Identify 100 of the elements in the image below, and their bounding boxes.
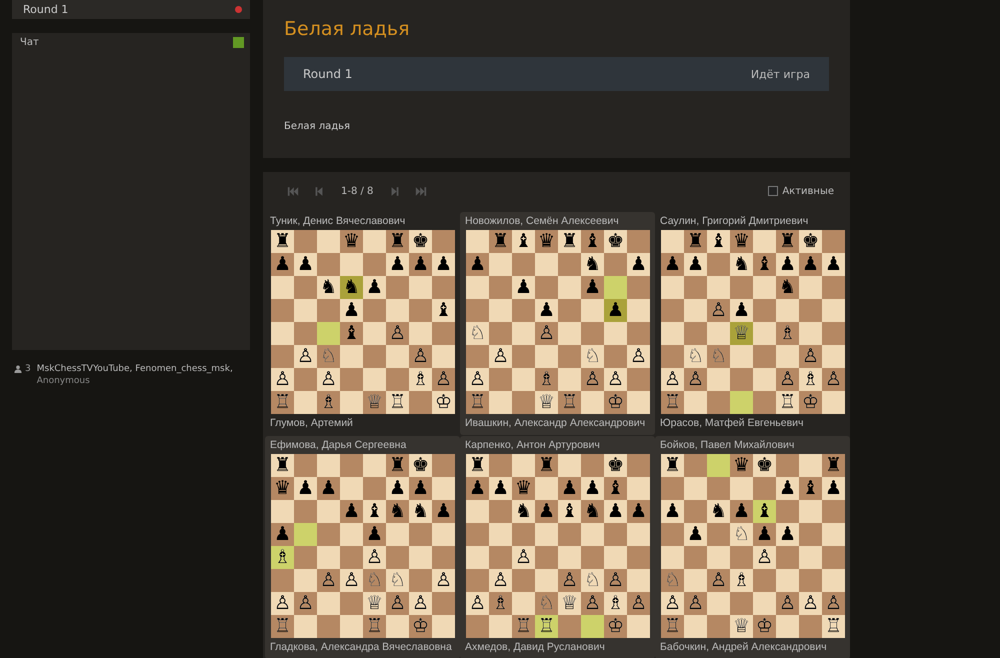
chess-piece[interactable]: ♕ bbox=[366, 593, 384, 614]
game-card[interactable]: Ефимова, Дарья Сергеевна ♜ ♜ ♚ ♛ ♟ ♟ ♟ ♟ ♟ ♝ ♞ ♞ ♟ ♟ ♟ ♗ ♙ ♙ ♙ ♘ ♘ ♙ ♙ ♙ ♕ ♙ ♙ ♖ ♖ ♔ Гладкова, Александра Вячеславовна bbox=[265, 436, 460, 658]
game-card[interactable]: Бойков, Павел Михайлович ♜ ♛ ♚ ♜ ♟ ♝ ♟ ♟ ♞ ♟ ♝ ♟ ♘ ♟ ♟ ♙ ♘ ♙ ♗ ♙ ♙ ♙ ♙ ♙ ♖ ♕ ♔ ♖ Бабочкин, Андрей Александрович bbox=[655, 436, 850, 658]
chess-piece[interactable]: ♟ bbox=[342, 300, 360, 321]
chess-piece[interactable]: ♟ bbox=[434, 254, 452, 275]
chess-piece[interactable]: ♝ bbox=[756, 501, 774, 522]
chess-piece[interactable]: ♖ bbox=[538, 616, 556, 637]
chess-piece[interactable]: ♜ bbox=[388, 231, 406, 252]
chess-piece[interactable]: ♟ bbox=[824, 254, 842, 275]
chess-piece[interactable]: ♕ bbox=[366, 392, 384, 413]
chess-piece[interactable]: ♙ bbox=[274, 369, 292, 390]
chess-piece[interactable]: ♗ bbox=[732, 570, 750, 591]
chess-piece[interactable]: ♝ bbox=[366, 501, 384, 522]
chess-piece[interactable]: ♟ bbox=[802, 254, 820, 275]
chess-piece[interactable]: ♞ bbox=[342, 277, 360, 298]
chess-piece[interactable]: ♙ bbox=[388, 593, 406, 614]
chess-piece[interactable]: ♟ bbox=[778, 254, 796, 275]
chess-piece[interactable]: ♙ bbox=[606, 369, 624, 390]
chess-piece[interactable]: ♔ bbox=[434, 392, 452, 413]
chess-piece[interactable]: ♘ bbox=[468, 323, 486, 344]
chess-piece[interactable]: ♘ bbox=[710, 346, 728, 367]
chess-piece[interactable]: ♟ bbox=[584, 478, 602, 499]
chess-piece[interactable]: ♗ bbox=[802, 369, 820, 390]
chess-piece[interactable]: ♗ bbox=[320, 392, 338, 413]
chess-piece[interactable]: ♗ bbox=[492, 593, 510, 614]
chess-piece[interactable]: ♘ bbox=[686, 346, 704, 367]
chess-piece[interactable]: ♖ bbox=[274, 616, 292, 637]
chess-piece[interactable]: ♟ bbox=[296, 478, 314, 499]
chess-piece[interactable]: ♕ bbox=[560, 593, 578, 614]
chess-piece[interactable]: ♙ bbox=[296, 346, 314, 367]
chess-piece[interactable]: ♟ bbox=[388, 254, 406, 275]
chess-piece[interactable]: ♟ bbox=[492, 478, 510, 499]
chess-piece[interactable]: ♙ bbox=[606, 570, 624, 591]
chess-piece[interactable]: ♘ bbox=[664, 570, 682, 591]
chess-piece[interactable]: ♝ bbox=[756, 254, 774, 275]
chess-piece[interactable]: ♟ bbox=[366, 524, 384, 545]
game-card[interactable]: Саулин, Григорий Дмитриевич ♜ ♝ ♛ ♜ ♚ ♟ ♟ ♞ ♝ ♟ ♟ ♟ ♞ ♙ ♟ ♕ ♗ ♘ ♘ ♙ ♙ ♙ ♙ ♗ ♙ ♖ ♖ ♔ Юрасов, Матфей Евгеньевич bbox=[655, 212, 850, 435]
chess-piece[interactable]: ♛ bbox=[538, 231, 556, 252]
chess-piece[interactable]: ♖ bbox=[514, 616, 532, 637]
game-card[interactable]: Новожилов, Семён Алексеевич ♜ ♝ ♛ ♜ ♝ ♚ ♟ ♞ ♟ ♟ ♟ ♟ ♟ ♘ ♙ ♙ ♘ ♙ ♙ ♗ ♙ ♙ ♖ ♕ ♖ ♔ Ивашкин, Александр Александрович bbox=[460, 212, 655, 435]
first-page-button[interactable] bbox=[285, 186, 301, 196]
chess-piece[interactable]: ♜ bbox=[468, 455, 486, 476]
chess-piece[interactable]: ♝ bbox=[434, 300, 452, 321]
chess-piece[interactable]: ♟ bbox=[296, 254, 314, 275]
chess-piece[interactable]: ♚ bbox=[802, 231, 820, 252]
chess-piece[interactable]: ♞ bbox=[388, 501, 406, 522]
chess-piece[interactable]: ♞ bbox=[320, 277, 338, 298]
chess-piece[interactable]: ♙ bbox=[342, 570, 360, 591]
chess-piece[interactable]: ♖ bbox=[664, 392, 682, 413]
chess-piece[interactable]: ♙ bbox=[388, 323, 406, 344]
chess-piece[interactable]: ♟ bbox=[686, 254, 704, 275]
chess-piece[interactable]: ♟ bbox=[756, 524, 774, 545]
chess-piece[interactable]: ♟ bbox=[388, 478, 406, 499]
chess-piece[interactable]: ♙ bbox=[630, 593, 648, 614]
chess-piece[interactable]: ♚ bbox=[412, 231, 430, 252]
chess-piece[interactable]: ♘ bbox=[538, 593, 556, 614]
chess-piece[interactable]: ♛ bbox=[274, 478, 292, 499]
chess-piece[interactable]: ♙ bbox=[434, 369, 452, 390]
chess-piece[interactable]: ♙ bbox=[710, 570, 728, 591]
chess-piece[interactable]: ♚ bbox=[606, 231, 624, 252]
chess-piece[interactable]: ♘ bbox=[366, 570, 384, 591]
chess-piece[interactable]: ♙ bbox=[664, 369, 682, 390]
chess-piece[interactable]: ♙ bbox=[274, 593, 292, 614]
chess-piece[interactable]: ♙ bbox=[412, 593, 430, 614]
chess-piece[interactable]: ♟ bbox=[606, 501, 624, 522]
chess-piece[interactable]: ♙ bbox=[824, 369, 842, 390]
chess-piece[interactable]: ♙ bbox=[514, 547, 532, 568]
chess-piece[interactable]: ♖ bbox=[778, 392, 796, 413]
chess-piece[interactable]: ♚ bbox=[606, 455, 624, 476]
chat-toggle[interactable] bbox=[233, 37, 244, 48]
chess-piece[interactable]: ♜ bbox=[274, 231, 292, 252]
chess-piece[interactable]: ♟ bbox=[412, 254, 430, 275]
chess-piece[interactable]: ♙ bbox=[320, 369, 338, 390]
chess-piece[interactable]: ♟ bbox=[274, 254, 292, 275]
chess-piece[interactable]: ♔ bbox=[606, 392, 624, 413]
chess-piece[interactable]: ♜ bbox=[560, 231, 578, 252]
chess-piece[interactable]: ♛ bbox=[514, 478, 532, 499]
chess-piece[interactable]: ♟ bbox=[274, 524, 292, 545]
chess-piece[interactable]: ♜ bbox=[388, 455, 406, 476]
chess-piece[interactable]: ♖ bbox=[388, 392, 406, 413]
chess-piece[interactable]: ♟ bbox=[664, 254, 682, 275]
chess-piece[interactable]: ♙ bbox=[366, 547, 384, 568]
chess-piece[interactable]: ♖ bbox=[664, 616, 682, 637]
chess-piece[interactable]: ♙ bbox=[778, 369, 796, 390]
chess-piece[interactable]: ♟ bbox=[320, 478, 338, 499]
chess-piece[interactable]: ♞ bbox=[584, 501, 602, 522]
chess-piece[interactable]: ♟ bbox=[630, 501, 648, 522]
chess-piece[interactable]: ♙ bbox=[492, 570, 510, 591]
chess-piece[interactable]: ♖ bbox=[560, 392, 578, 413]
chess-piece[interactable]: ♙ bbox=[434, 570, 452, 591]
chess-piece[interactable]: ♜ bbox=[274, 455, 292, 476]
game-card[interactable]: Карпенко, Антон Артурович ♜ ♜ ♚ ♟ ♟ ♛ ♟ ♟ ♝ ♞ ♟ ♝ ♞ ♟ ♟ ♙ ♙ ♙ ♘ ♙ ♙ ♗ ♘ ♕ ♙ ♗ ♙ ♖ ♖ ♔ Ахмедов, Давид Русланович bbox=[460, 436, 655, 658]
chess-piece[interactable]: ♕ bbox=[538, 392, 556, 413]
chess-piece[interactable]: ♙ bbox=[296, 593, 314, 614]
chess-piece[interactable]: ♙ bbox=[802, 593, 820, 614]
chess-piece[interactable]: ♟ bbox=[366, 277, 384, 298]
chess-piece[interactable]: ♙ bbox=[710, 300, 728, 321]
chess-piece[interactable]: ♞ bbox=[412, 501, 430, 522]
chess-piece[interactable]: ♝ bbox=[560, 501, 578, 522]
chess-piece[interactable]: ♚ bbox=[412, 455, 430, 476]
